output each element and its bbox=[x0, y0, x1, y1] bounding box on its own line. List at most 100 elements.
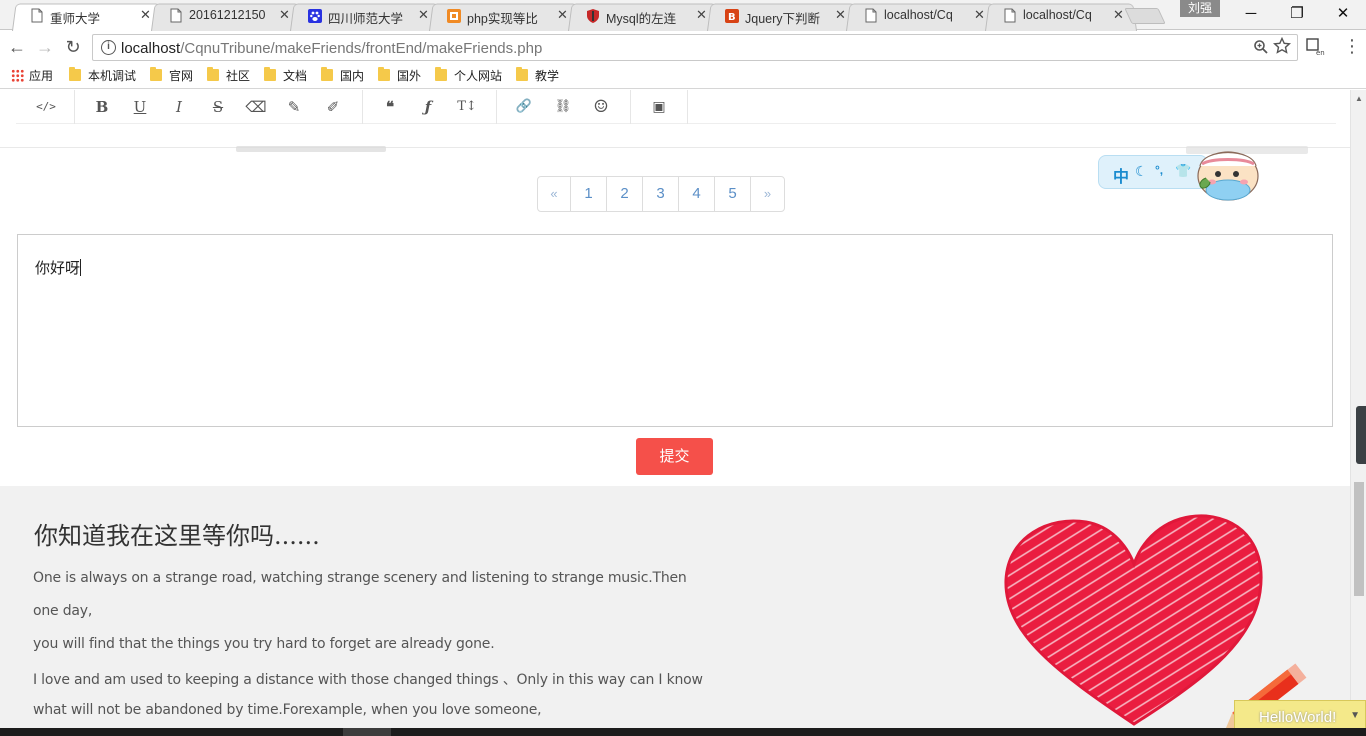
quote-button[interactable]: ❝ bbox=[378, 96, 402, 118]
moon-icon[interactable]: ☾ bbox=[1135, 163, 1148, 180]
bookmark-folder[interactable]: 官网 bbox=[150, 67, 193, 85]
source-code-button[interactable]: </> bbox=[34, 96, 58, 118]
underline-button[interactable]: U bbox=[128, 96, 152, 118]
profile-badge[interactable]: 刘强 bbox=[1180, 0, 1220, 17]
background-color-button[interactable]: ✐ bbox=[321, 96, 345, 118]
browser-tab[interactable]: 20161212150 ✕ bbox=[151, 2, 303, 31]
unlink-icon[interactable]: ⛓ bbox=[551, 96, 575, 118]
scroll-up-icon[interactable]: ▲ bbox=[1355, 94, 1363, 103]
url-path: /CqnuTribune/makeFriends/frontEnd/makeFr… bbox=[180, 40, 543, 57]
browser-tab[interactable]: php实现等比 ✕ bbox=[429, 2, 581, 31]
toolbar-group: </> bbox=[16, 90, 75, 124]
bookmark-folder[interactable]: 国外 bbox=[378, 67, 421, 85]
tab-title: Mysql的左连 bbox=[606, 12, 677, 26]
close-window-button[interactable]: ✕ bbox=[1320, 2, 1366, 28]
pagination-page[interactable]: 5 bbox=[715, 177, 751, 211]
bookmark-folder[interactable]: 社区 bbox=[207, 67, 250, 85]
bookmark-folder[interactable]: 本机调试 bbox=[69, 67, 136, 85]
tab-title: 重师大学 bbox=[50, 12, 101, 26]
pagination: « 1 2 3 4 5 » bbox=[537, 176, 785, 212]
tab-close-icon[interactable]: ✕ bbox=[974, 7, 985, 23]
browser-tab[interactable]: localhost/Cq ✕ bbox=[846, 2, 998, 31]
folder-icon bbox=[264, 67, 276, 81]
emoji-icon[interactable]: ☺ bbox=[589, 96, 613, 118]
font-size-button[interactable]: T↕ bbox=[455, 96, 479, 118]
maximize-button[interactable]: ❐ bbox=[1274, 2, 1320, 28]
strikethrough-button[interactable]: S bbox=[206, 96, 230, 118]
footer-section: 你知道我在这里等你吗...... One is always on a stra… bbox=[0, 486, 1350, 736]
tab-title: php实现等比 bbox=[467, 12, 538, 26]
bookmark-folder[interactable]: 文档 bbox=[264, 67, 307, 85]
comment-editor[interactable]: 你好呀 bbox=[17, 234, 1333, 427]
pagination-page[interactable]: 2 bbox=[607, 177, 643, 211]
folder-icon bbox=[321, 67, 333, 81]
footer-paragraph-line: you will find that the things you try ha… bbox=[33, 636, 495, 652]
back-button[interactable]: ← bbox=[6, 36, 28, 58]
bookmark-apps[interactable]: 应用 bbox=[11, 67, 53, 85]
text-caret bbox=[80, 259, 82, 276]
ime-status-widget[interactable]: 中 ☾ °, 👕 bbox=[1096, 151, 1266, 201]
document-icon bbox=[31, 8, 43, 23]
toolbar-group: ▣ bbox=[631, 90, 688, 124]
info-icon[interactable]: i bbox=[101, 40, 116, 55]
tab-close-icon[interactable]: ✕ bbox=[1113, 7, 1124, 23]
browser-tab[interactable]: localhost/Cq ✕ bbox=[985, 2, 1137, 31]
translate-extension-icon[interactable]: en bbox=[1306, 38, 1326, 56]
minimize-button[interactable]: ─ bbox=[1228, 2, 1274, 28]
italic-button[interactable]: I bbox=[167, 96, 191, 118]
bold-button[interactable]: B bbox=[90, 96, 114, 118]
reload-button[interactable]: ↻ bbox=[62, 36, 84, 58]
pagination-page[interactable]: 4 bbox=[679, 177, 715, 211]
svg-text:en: en bbox=[1316, 49, 1325, 56]
document-icon bbox=[170, 8, 182, 23]
link-icon[interactable]: 🔗 bbox=[512, 96, 536, 118]
font-family-button[interactable]: ƒ bbox=[416, 96, 440, 118]
forward-button[interactable]: → bbox=[34, 36, 56, 58]
skin-shirt-icon[interactable]: 👕 bbox=[1175, 163, 1191, 179]
scrollbar-thumb[interactable] bbox=[1354, 482, 1364, 596]
bookmark-star-icon[interactable] bbox=[1273, 37, 1291, 55]
menu-icon[interactable]: ⋮ bbox=[1343, 35, 1361, 57]
chevron-down-icon[interactable]: ▼ bbox=[1350, 710, 1360, 721]
address-bar[interactable]: i localhost/CqnuTribune/makeFriends/fron… bbox=[92, 34, 1298, 61]
tab-close-icon[interactable]: ✕ bbox=[279, 7, 290, 23]
browser-tab[interactable]: Mysql的左连 ✕ bbox=[568, 2, 720, 31]
folder-icon bbox=[69, 67, 81, 81]
browser-tab[interactable]: B Jquery下判断 ✕ bbox=[707, 2, 859, 31]
image-icon[interactable]: ▣ bbox=[647, 96, 671, 118]
zoom-icon[interactable] bbox=[1253, 39, 1269, 55]
tab-close-icon[interactable]: ✕ bbox=[696, 7, 707, 23]
bookmarks-bar: 应用 本机调试 官网 社区 文档 国内 国外 个人网站 教学 bbox=[0, 63, 1366, 89]
pagination-page[interactable]: 3 bbox=[643, 177, 679, 211]
folder-icon bbox=[516, 67, 528, 81]
tab-close-icon[interactable]: ✕ bbox=[835, 7, 846, 23]
new-tab-button[interactable] bbox=[1124, 8, 1166, 24]
document-icon bbox=[865, 8, 877, 23]
bookmark-folder[interactable]: 教学 bbox=[516, 67, 559, 85]
pagination-page[interactable]: 1 bbox=[571, 177, 607, 211]
text-color-button[interactable]: ✎ bbox=[282, 96, 306, 118]
side-widget-handle[interactable] bbox=[1356, 406, 1366, 464]
page-content: </> B U I S ⌫ ✎ ✐ ❝ ƒ T↕ 🔗 ⛓ ☺ ▣ « 1 2 3… bbox=[0, 90, 1350, 736]
browser-tab[interactable]: 四川师范大学 ✕ bbox=[290, 2, 442, 31]
pagination-next[interactable]: » bbox=[751, 177, 784, 211]
tab-title: localhost/Cq bbox=[1023, 8, 1092, 22]
folder-icon bbox=[378, 67, 390, 81]
bookmark-folder[interactable]: 国内 bbox=[321, 67, 364, 85]
submit-button[interactable]: 提交 bbox=[636, 438, 713, 475]
taskbar-button[interactable] bbox=[343, 728, 391, 736]
browser-tab[interactable]: 重师大学 ✕ bbox=[12, 2, 164, 31]
pagination-prev[interactable]: « bbox=[538, 177, 571, 211]
tab-close-icon[interactable]: ✕ bbox=[418, 7, 429, 23]
tab-strip: 重师大学 ✕ 20161212150 ✕ 四川师范大学 ✕ php实现等比 ✕ … bbox=[0, 0, 1366, 31]
bookmark-folder[interactable]: 个人网站 bbox=[435, 67, 502, 85]
url-text: localhost/CqnuTribune/makeFriends/frontE… bbox=[121, 40, 542, 57]
punctuation-icon[interactable]: °, bbox=[1155, 163, 1163, 177]
eraser-button[interactable]: ⌫ bbox=[244, 96, 268, 118]
tab-close-icon[interactable]: ✕ bbox=[557, 7, 568, 23]
tab-close-icon[interactable]: ✕ bbox=[140, 7, 151, 23]
editor-content[interactable]: 你好呀 bbox=[35, 257, 82, 278]
ime-language-indicator[interactable]: 中 bbox=[1113, 163, 1129, 187]
url-host: localhost bbox=[121, 40, 181, 57]
orange-site-icon bbox=[447, 9, 461, 23]
